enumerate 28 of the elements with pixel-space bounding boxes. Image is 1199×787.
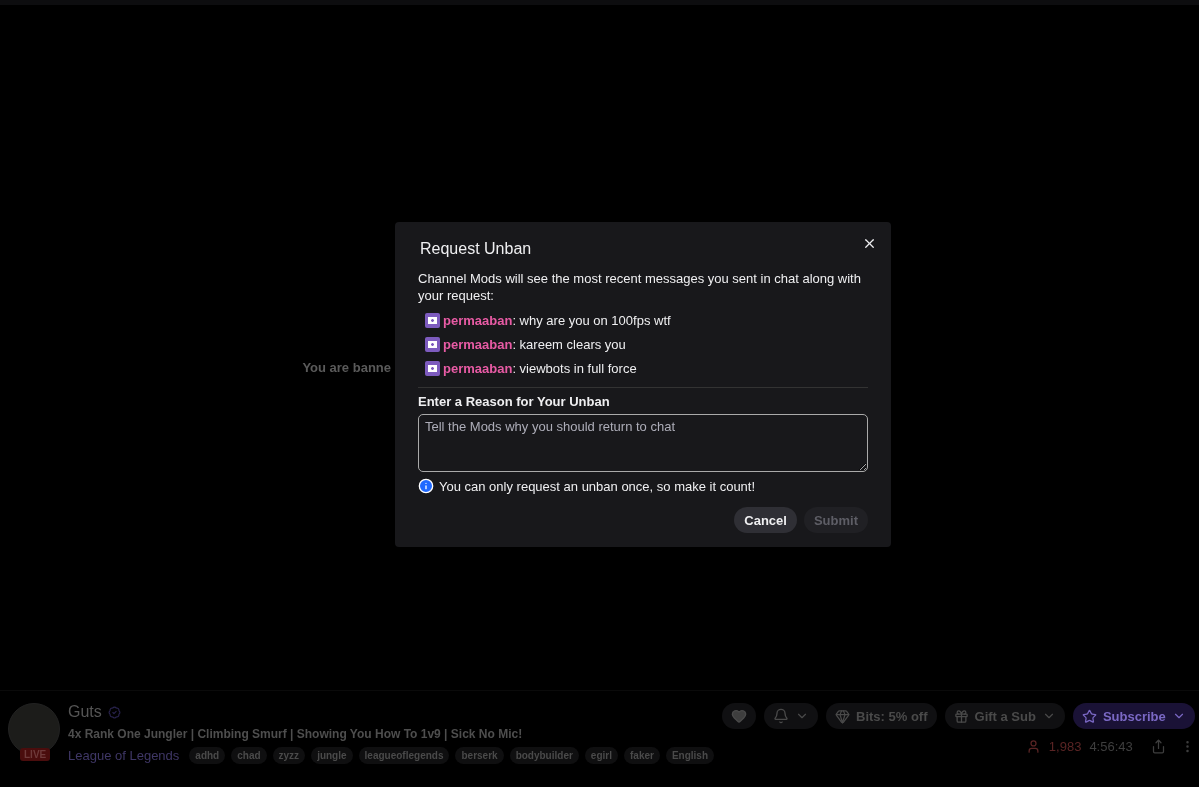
stream-uptime: 4:56:43 [1089, 739, 1133, 754]
stream-tag[interactable]: English [665, 747, 714, 764]
gift-button[interactable]: Gift a Sub [944, 703, 1065, 729]
channel-name[interactable]: Guts [68, 703, 102, 721]
dialog-intro: Channel Mods will see the most recent messages you sent in chat along with your request: [418, 270, 862, 304]
stream-tag[interactable]: jungle [311, 747, 353, 764]
reason-field[interactable]: Tell the Mods why you should return to chat [418, 414, 868, 472]
chat-message: permaaban: kareem clears you [443, 337, 626, 352]
stream-tag[interactable]: egirl [584, 747, 618, 764]
viewer-count: 1,983 [1048, 739, 1082, 754]
stream-tag[interactable]: zyzz [272, 747, 306, 764]
stream-tag[interactable]: bodybuilder [509, 747, 579, 764]
stream-tag[interactable]: berserk [455, 747, 504, 764]
bits-button[interactable]: Bits: 5% off [826, 703, 937, 729]
subscribe-button[interactable]: Subscribe [1072, 703, 1195, 729]
banned-notice: You are banne [302, 360, 391, 375]
chat-message: permaaban: why are you on 100fps wtf [443, 313, 671, 328]
chat-message: permaaban: viewbots in full force [443, 361, 637, 376]
stream-title: 4x Rank One Jungler | Climbing Smurf | Showing You How To 1v9 | Sick No Mic! [68, 727, 524, 741]
dialog-title: Request Unban [420, 240, 533, 258]
stream-tag[interactable]: faker [624, 747, 660, 764]
info-text: You can only request an unban once, so make it count! [439, 478, 756, 494]
category-link[interactable]: League of Legends [68, 748, 180, 763]
stream-tag[interactable]: adhd [189, 747, 226, 764]
stream-tag[interactable]: chad [231, 747, 267, 764]
stream-tag[interactable]: leagueoflegends [358, 747, 450, 764]
dialog-button[interactable]: Cancel [734, 507, 797, 533]
reason-label: Enter a Reason for Your Unban [418, 394, 611, 409]
